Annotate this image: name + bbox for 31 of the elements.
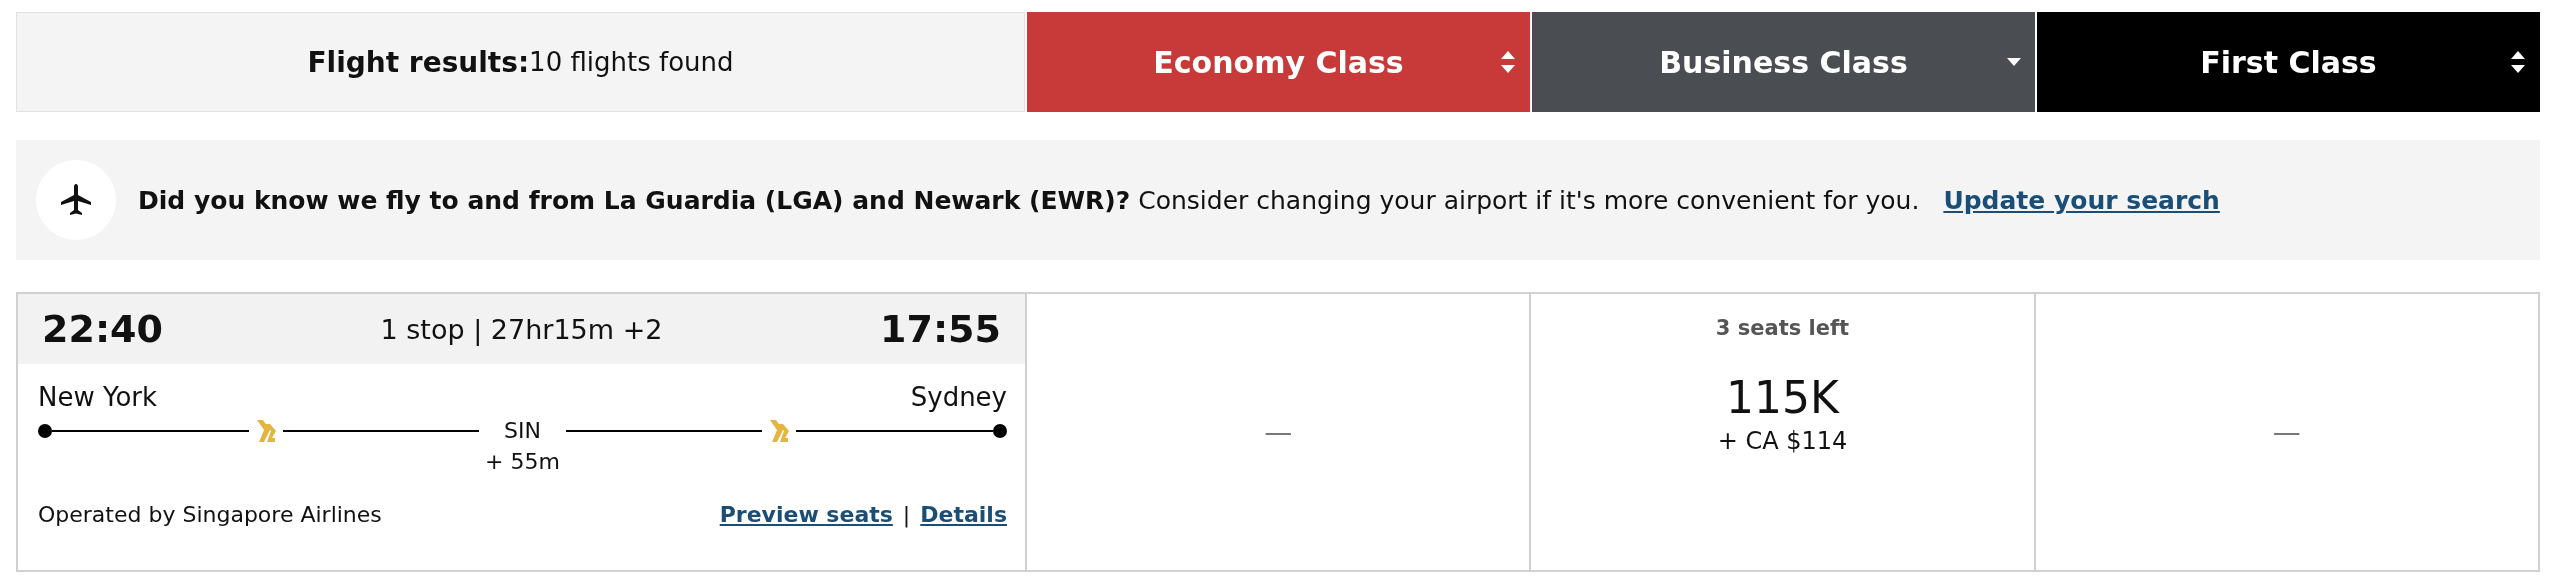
- chevron-icon: [254, 418, 277, 444]
- arrival-time: 17:55: [880, 307, 1001, 351]
- class-tab[interactable]: Business Class: [1532, 12, 2035, 112]
- stopover-airport: SIN: [504, 418, 541, 443]
- unavailable-dash: —: [2272, 415, 2301, 449]
- preview-seats-link[interactable]: Preview seats: [719, 502, 893, 527]
- class-tab[interactable]: First Class: [2037, 12, 2540, 112]
- flight-summary: 1 stop | 27hr15m +2: [380, 313, 663, 345]
- caret-icon: [2007, 58, 2021, 66]
- class-tab[interactable]: Economy Class: [1027, 12, 1530, 112]
- results-count: 10 flights found: [529, 47, 734, 77]
- chevron-icon: [768, 418, 791, 444]
- endpoint-dot: [38, 424, 52, 438]
- destination-city: Sydney: [910, 382, 1007, 412]
- departure-time: 22:40: [42, 307, 163, 351]
- link-separator: |: [902, 502, 911, 527]
- endpoint-dot: [993, 424, 1007, 438]
- results-label: Flight results:: [307, 45, 530, 79]
- unavailable-dash: —: [1264, 415, 1293, 449]
- details-link[interactable]: Details: [920, 502, 1007, 527]
- sort-icon: [1500, 49, 1516, 75]
- layover-time: + 55m: [485, 449, 560, 474]
- operator-text: Operated by Singapore Airlines: [38, 502, 382, 527]
- origin-city: New York: [38, 382, 158, 412]
- miles-price: 115K: [1726, 372, 1839, 423]
- seats-left: 3 seats left: [1715, 316, 1850, 340]
- cash-price: + CA $114: [1717, 427, 1848, 455]
- notice-message: Did you know we fly to and from La Guardia (LGA) and Newark (EWR)? Consider changing your airport if it's more convenient for you.: [138, 185, 1920, 215]
- airplane-icon: [59, 183, 93, 217]
- sort-icon: [2510, 49, 2526, 75]
- update-search-link[interactable]: Update your search: [1943, 185, 2220, 215]
